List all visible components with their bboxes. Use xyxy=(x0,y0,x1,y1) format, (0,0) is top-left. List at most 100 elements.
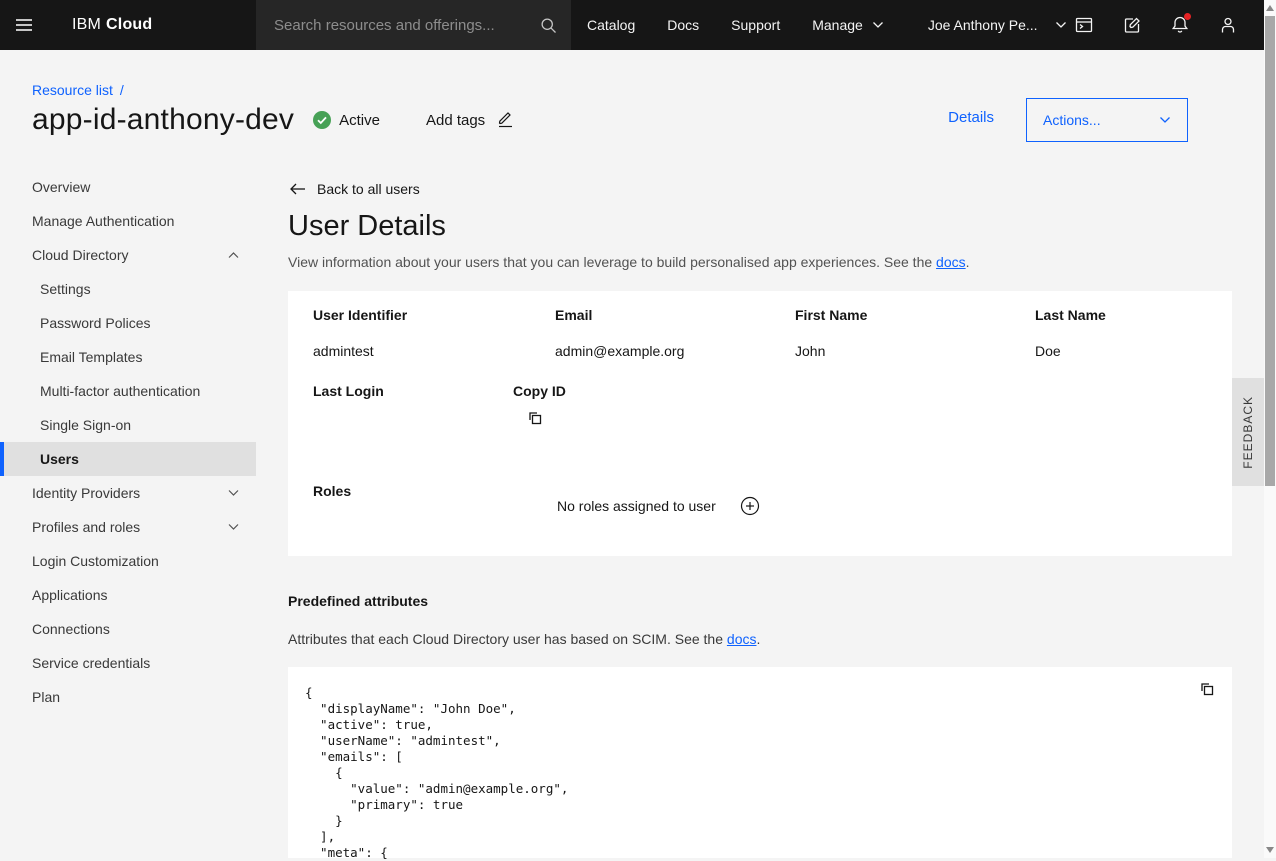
sidebar-item-identity-providers[interactable]: Identity Providers xyxy=(0,476,256,510)
sidebar-item-connections[interactable]: Connections xyxy=(0,612,256,646)
nav-docs-label: Docs xyxy=(667,17,699,33)
edit-tags-icon[interactable] xyxy=(496,111,515,130)
nav-catalog-label: Catalog xyxy=(587,17,635,33)
sidebar-item-manage-authentication[interactable]: Manage Authentication xyxy=(0,204,256,238)
notifications-icon[interactable] xyxy=(1156,0,1204,50)
chevron-down-icon xyxy=(872,21,884,29)
actions-dropdown[interactable]: Actions... xyxy=(1026,98,1188,142)
chevron-down-icon xyxy=(227,523,240,531)
sidebar-item-applications[interactable]: Applications xyxy=(0,578,256,612)
account-switcher[interactable]: Joe Anthony Pe... xyxy=(912,0,1083,50)
breadcrumb: Resource list / xyxy=(32,82,124,98)
copy-code-icon[interactable] xyxy=(1198,680,1216,698)
sidebar-item-multi-factor-authentication[interactable]: Multi-factor authentication xyxy=(0,374,256,408)
feedback-label: FEEDBACK xyxy=(1241,396,1255,469)
sidebar-item-single-sign-on[interactable]: Single Sign-on xyxy=(0,408,256,442)
back-link-label: Back to all users xyxy=(317,181,420,197)
predef-description-text: Attributes that each Cloud Directory use… xyxy=(288,631,727,647)
top-header: IBM Cloud Catalog Docs Support Manage Jo… xyxy=(0,0,1264,50)
page-title-bar: app-id-anthony-dev Active Add tags Detai… xyxy=(32,98,1232,142)
sidebar-item-label: Connections xyxy=(32,621,110,637)
header-icon-group xyxy=(1060,0,1252,50)
sidebar-item-label: Plan xyxy=(32,689,60,705)
docs-link[interactable]: docs xyxy=(936,254,966,270)
scrollbar-up-arrow[interactable] xyxy=(1266,5,1274,11)
sidebar-item-label: Password Polices xyxy=(40,315,151,331)
page-scrollbar[interactable] xyxy=(1264,0,1276,858)
edit-feedback-icon[interactable] xyxy=(1108,0,1156,50)
brand-name: Cloud xyxy=(106,16,152,34)
sidebar-item-overview[interactable]: Overview xyxy=(0,170,256,204)
arrow-left-icon xyxy=(290,183,306,195)
sidebar-item-label: Profiles and roles xyxy=(32,519,140,535)
global-search[interactable] xyxy=(256,0,571,50)
sidebar-item-profiles-and-roles[interactable]: Profiles and roles xyxy=(0,510,256,544)
sidebar-item-label: Overview xyxy=(32,179,90,195)
nav-support-label: Support xyxy=(731,17,780,33)
sidebar-item-service-credentials[interactable]: Service credentials xyxy=(0,646,256,680)
page-title: app-id-anthony-dev xyxy=(32,103,294,137)
sidebar-item-label: Single Sign-on xyxy=(40,417,131,433)
docs-link[interactable]: docs xyxy=(727,631,757,647)
add-role-icon[interactable] xyxy=(740,496,760,516)
sidebar-item-login-customization[interactable]: Login Customization xyxy=(0,544,256,578)
sidebar-item-plan[interactable]: Plan xyxy=(0,680,256,714)
sidebar-item-label: Cloud Directory xyxy=(32,247,128,263)
scrollbar-down-arrow[interactable] xyxy=(1266,847,1274,853)
account-name: Joe Anthony Pe... xyxy=(928,17,1038,33)
breadcrumb-separator: / xyxy=(120,82,124,98)
ibm-cloud-logo[interactable]: IBM Cloud xyxy=(72,0,152,50)
feedback-tab[interactable]: FEEDBACK xyxy=(1232,378,1264,486)
copy-id-icon[interactable] xyxy=(526,409,544,427)
avatar-icon[interactable] xyxy=(1204,0,1252,50)
header-nav: Catalog Docs Support Manage Joe Anthony … xyxy=(571,0,1083,50)
sidebar-item-label: Email Templates xyxy=(40,349,142,365)
predef-description-period: . xyxy=(756,631,760,647)
scrollbar-thumb[interactable] xyxy=(1265,16,1275,486)
email-value: admin@example.org xyxy=(555,343,684,359)
sidebar-item-label: Applications xyxy=(32,587,108,603)
email-label: Email xyxy=(555,307,592,323)
brand-prefix: IBM xyxy=(72,16,101,34)
scim-json-codeblock: { "displayName": "John Doe", "active": t… xyxy=(288,667,1232,858)
sidebar-item-settings[interactable]: Settings xyxy=(0,272,256,306)
roles-label: Roles xyxy=(313,483,351,499)
actions-label: Actions... xyxy=(1043,112,1101,128)
sidebar-item-cloud-directory[interactable]: Cloud Directory xyxy=(0,238,256,272)
predefined-attributes-title: Predefined attributes xyxy=(288,593,428,609)
sidebar-item-label: Multi-factor authentication xyxy=(40,383,200,399)
roles-empty-text: No roles assigned to user xyxy=(557,498,716,514)
status-label: Active xyxy=(339,112,380,129)
sidebar-item-password-polices[interactable]: Password Polices xyxy=(0,306,256,340)
nav-support[interactable]: Support xyxy=(715,0,796,50)
user-details-title: User Details xyxy=(288,210,446,243)
details-link[interactable]: Details xyxy=(948,109,994,126)
sidebar-item-label: Service credentials xyxy=(32,655,150,671)
chevron-down-icon xyxy=(1159,116,1171,124)
first-name-label: First Name xyxy=(795,307,867,323)
breadcrumb-resource-list[interactable]: Resource list xyxy=(32,82,113,98)
last-login-label: Last Login xyxy=(313,383,384,399)
nav-manage[interactable]: Manage xyxy=(796,0,900,50)
nav-manage-label: Manage xyxy=(812,17,863,33)
back-to-all-users-link[interactable]: Back to all users xyxy=(290,181,420,197)
description-text: View information about your users that y… xyxy=(288,254,936,270)
search-icon[interactable] xyxy=(540,17,557,34)
notification-badge xyxy=(1184,13,1191,20)
search-input[interactable] xyxy=(272,16,540,35)
nav-docs[interactable]: Docs xyxy=(651,0,715,50)
status-check-icon xyxy=(313,111,331,129)
predefined-attributes-description: Attributes that each Cloud Directory use… xyxy=(288,631,760,647)
scim-json-code: { "displayName": "John Doe", "active": t… xyxy=(288,667,1232,861)
menu-icon[interactable] xyxy=(0,0,48,50)
sidebar-item-users[interactable]: Users xyxy=(0,442,256,476)
sidebar-item-label: Manage Authentication xyxy=(32,213,174,229)
chevron-down-icon xyxy=(227,489,240,497)
web-terminal-icon[interactable] xyxy=(1060,0,1108,50)
description-period: . xyxy=(966,254,970,270)
last-name-value: Doe xyxy=(1035,343,1061,359)
sidebar-item-label: Users xyxy=(40,451,79,467)
nav-catalog[interactable]: Catalog xyxy=(571,0,651,50)
sidebar-item-email-templates[interactable]: Email Templates xyxy=(0,340,256,374)
add-tags-button[interactable]: Add tags xyxy=(426,111,515,130)
